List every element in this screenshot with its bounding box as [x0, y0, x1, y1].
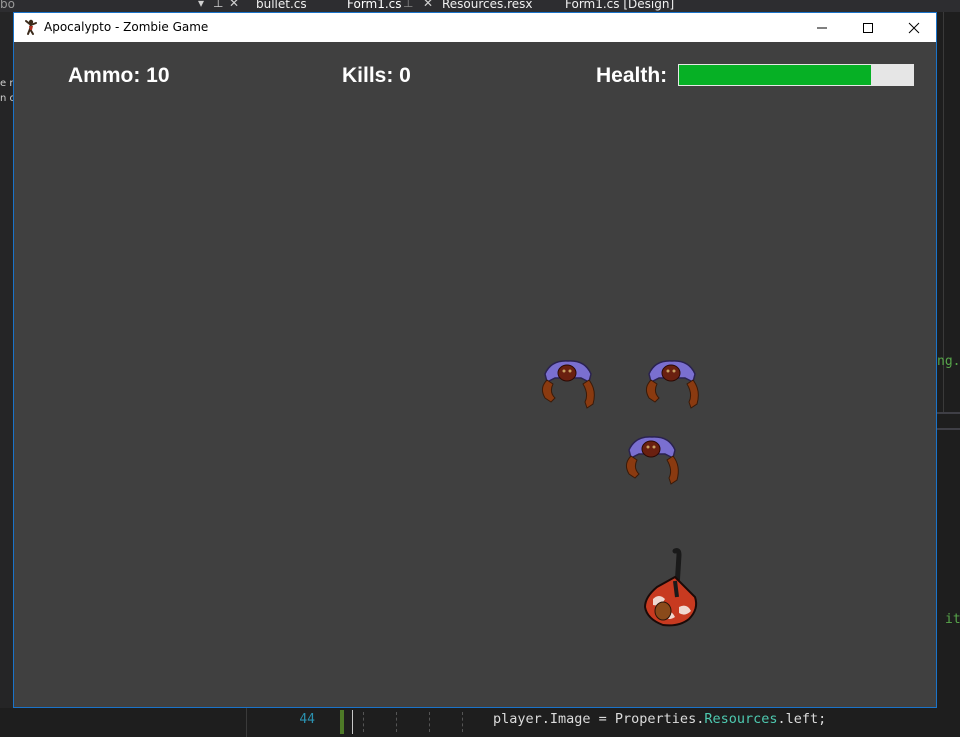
- code-type: Resources: [704, 711, 778, 727]
- line-number: 44: [299, 712, 315, 727]
- dancing-figure-icon: [22, 18, 40, 36]
- ide-divider: [246, 708, 247, 737]
- pin-icon[interactable]: ⊥: [213, 0, 223, 10]
- ide-tab-form1[interactable]: Form1.cs: [347, 0, 402, 11]
- title-bar[interactable]: Apocalypto - Zombie Game: [14, 13, 936, 42]
- health-label: Health:: [596, 64, 668, 87]
- ide-code-editor-right: [937, 12, 960, 737]
- code-line[interactable]: player.Image = Properties.Resources.left…: [493, 711, 826, 727]
- zombie-sprite: [625, 436, 679, 485]
- ide-code-fragment: ng.: [937, 354, 960, 369]
- maximize-button[interactable]: [844, 13, 890, 42]
- ide-divider: [937, 412, 960, 414]
- indent-guide: [429, 712, 431, 732]
- minimize-button[interactable]: [798, 13, 844, 42]
- ide-code-fragment: it: [945, 612, 960, 627]
- ammo-counter: Ammo: 10: [68, 64, 170, 87]
- code-prefix: player.Image = Properties.: [493, 711, 705, 727]
- health-bar-fill: [679, 65, 871, 85]
- ide-tab-bar: bo ▾ ⊥ ✕ bullet.cs Form1.cs ⊥ ✕ Resource…: [0, 0, 960, 12]
- game-window[interactable]: Apocalypto - Zombie Game Ammo: 10 Kills:…: [13, 12, 937, 708]
- change-marker: [340, 710, 344, 734]
- player-sprite: [643, 548, 698, 627]
- code-suffix: .left;: [777, 711, 827, 727]
- indent-guide: [462, 712, 464, 732]
- close-icon[interactable]: ✕: [423, 0, 433, 10]
- zombie-sprite: [541, 360, 595, 409]
- dropdown-icon[interactable]: ▾: [198, 0, 204, 10]
- close-icon[interactable]: ✕: [229, 0, 239, 10]
- kills-counter: Kills: 0: [342, 64, 411, 87]
- pin-icon[interactable]: ⊥: [403, 0, 413, 10]
- maximize-icon: [863, 23, 873, 33]
- close-button[interactable]: [890, 13, 936, 42]
- indent-guide: [363, 712, 365, 732]
- indent-guide: [396, 712, 398, 732]
- ide-tab-form1-design[interactable]: Form1.cs [Design]: [565, 0, 674, 11]
- minimize-icon: [817, 27, 827, 29]
- ide-divider: [943, 12, 944, 412]
- ide-tab-bullet[interactable]: bullet.cs: [256, 0, 307, 11]
- ide-divider: [937, 428, 960, 430]
- window-title: Apocalypto - Zombie Game: [44, 20, 209, 34]
- health-bar: [678, 64, 914, 86]
- ide-left-fragment: bo: [0, 0, 15, 11]
- ide-left-panel: e n n o: [0, 12, 16, 737]
- text-cursor: [352, 710, 353, 734]
- zombie-sprite: [645, 360, 699, 409]
- close-icon: [908, 22, 920, 34]
- ide-tab-resources[interactable]: Resources.resx: [442, 0, 533, 11]
